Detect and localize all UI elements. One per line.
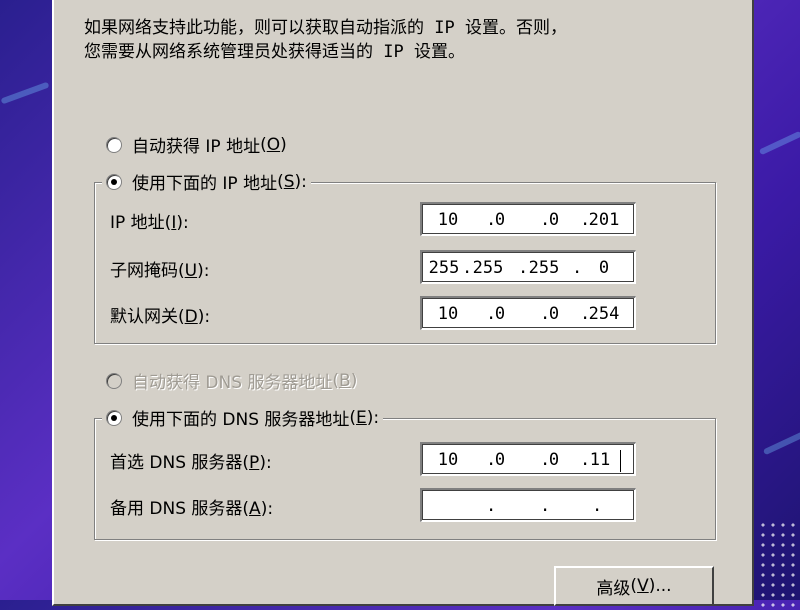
- accelerator-key: V: [637, 576, 649, 596]
- ip-group-legend: 使用下面的 IP 地址(S):: [102, 169, 311, 194]
- accelerator-key: B: [339, 370, 351, 391]
- radio-obtain-dns-auto-label: 自动获得 DNS 服务器地址: [132, 373, 333, 393]
- advanced-button-label: 高级: [596, 578, 631, 599]
- radio-button-checked-icon: [106, 173, 122, 190]
- accelerator-key: O: [266, 134, 281, 155]
- radio-obtain-ip-auto[interactable]: 自动获得 IP 地址(O): [106, 132, 287, 157]
- ip-address-label: IP 地址(I):: [110, 213, 189, 233]
- subnet-mask-input[interactable]: 255 . 255 . 255 . 0: [420, 250, 636, 284]
- accelerator-key: S: [283, 171, 295, 192]
- default-gateway-label: 默认网关(D):: [110, 307, 211, 327]
- radio-button-icon: [106, 136, 122, 153]
- text-caret: [620, 450, 621, 472]
- radio-obtain-dns-auto[interactable]: 自动获得 DNS 服务器地址(B): [106, 368, 357, 393]
- tcpip-properties-dialog: 如果网络支持此功能，则可以获取自动指派的 IP 设置。否则， 您需要从网络系统管…: [52, 0, 754, 606]
- description-line-2: 您需要从网络系统管理员处获得适当的 IP 设置。: [84, 42, 465, 62]
- alternate-dns-label: 备用 DNS 服务器(A):: [110, 499, 274, 519]
- background-streak: [762, 430, 800, 456]
- radio-use-ip[interactable]: 使用下面的 IP 地址(S):: [102, 169, 311, 194]
- description-line-1: 如果网络支持此功能，则可以获取自动指派的 IP 设置。否则，: [84, 18, 567, 38]
- dns-group-legend: 使用下面的 DNS 服务器地址(E):: [102, 405, 384, 430]
- radio-obtain-ip-auto-label: 自动获得 IP 地址: [132, 137, 261, 157]
- alternate-dns-input[interactable]: . . .: [420, 488, 636, 522]
- ip-address-input[interactable]: 10 . 0 . 0 . 201: [420, 202, 636, 236]
- description-text: 如果网络支持此功能，则可以获取自动指派的 IP 设置。否则， 您需要从网络系统管…: [84, 16, 724, 64]
- radio-button-disabled-icon: [106, 372, 122, 389]
- radio-use-ip-label: 使用下面的 IP 地址: [132, 174, 278, 194]
- advanced-button[interactable]: 高级(V)...: [554, 566, 714, 606]
- default-gateway-input[interactable]: 10 . 0 . 0 . 254: [420, 296, 636, 330]
- preferred-dns-label: 首选 DNS 服务器(P):: [110, 453, 272, 473]
- accelerator-key: E: [356, 407, 367, 428]
- radio-use-dns[interactable]: 使用下面的 DNS 服务器地址(E):: [102, 405, 384, 430]
- subnet-mask-label: 子网掩码(U):: [110, 261, 210, 281]
- background-streak: [758, 130, 800, 156]
- preferred-dns-input[interactable]: 10 . 0 . 0 . 11: [420, 442, 636, 476]
- background-dots: [758, 520, 800, 610]
- radio-use-dns-label: 使用下面的 DNS 服务器地址: [132, 410, 350, 430]
- background-streak: [0, 81, 50, 105]
- radio-button-checked-icon: [106, 409, 122, 426]
